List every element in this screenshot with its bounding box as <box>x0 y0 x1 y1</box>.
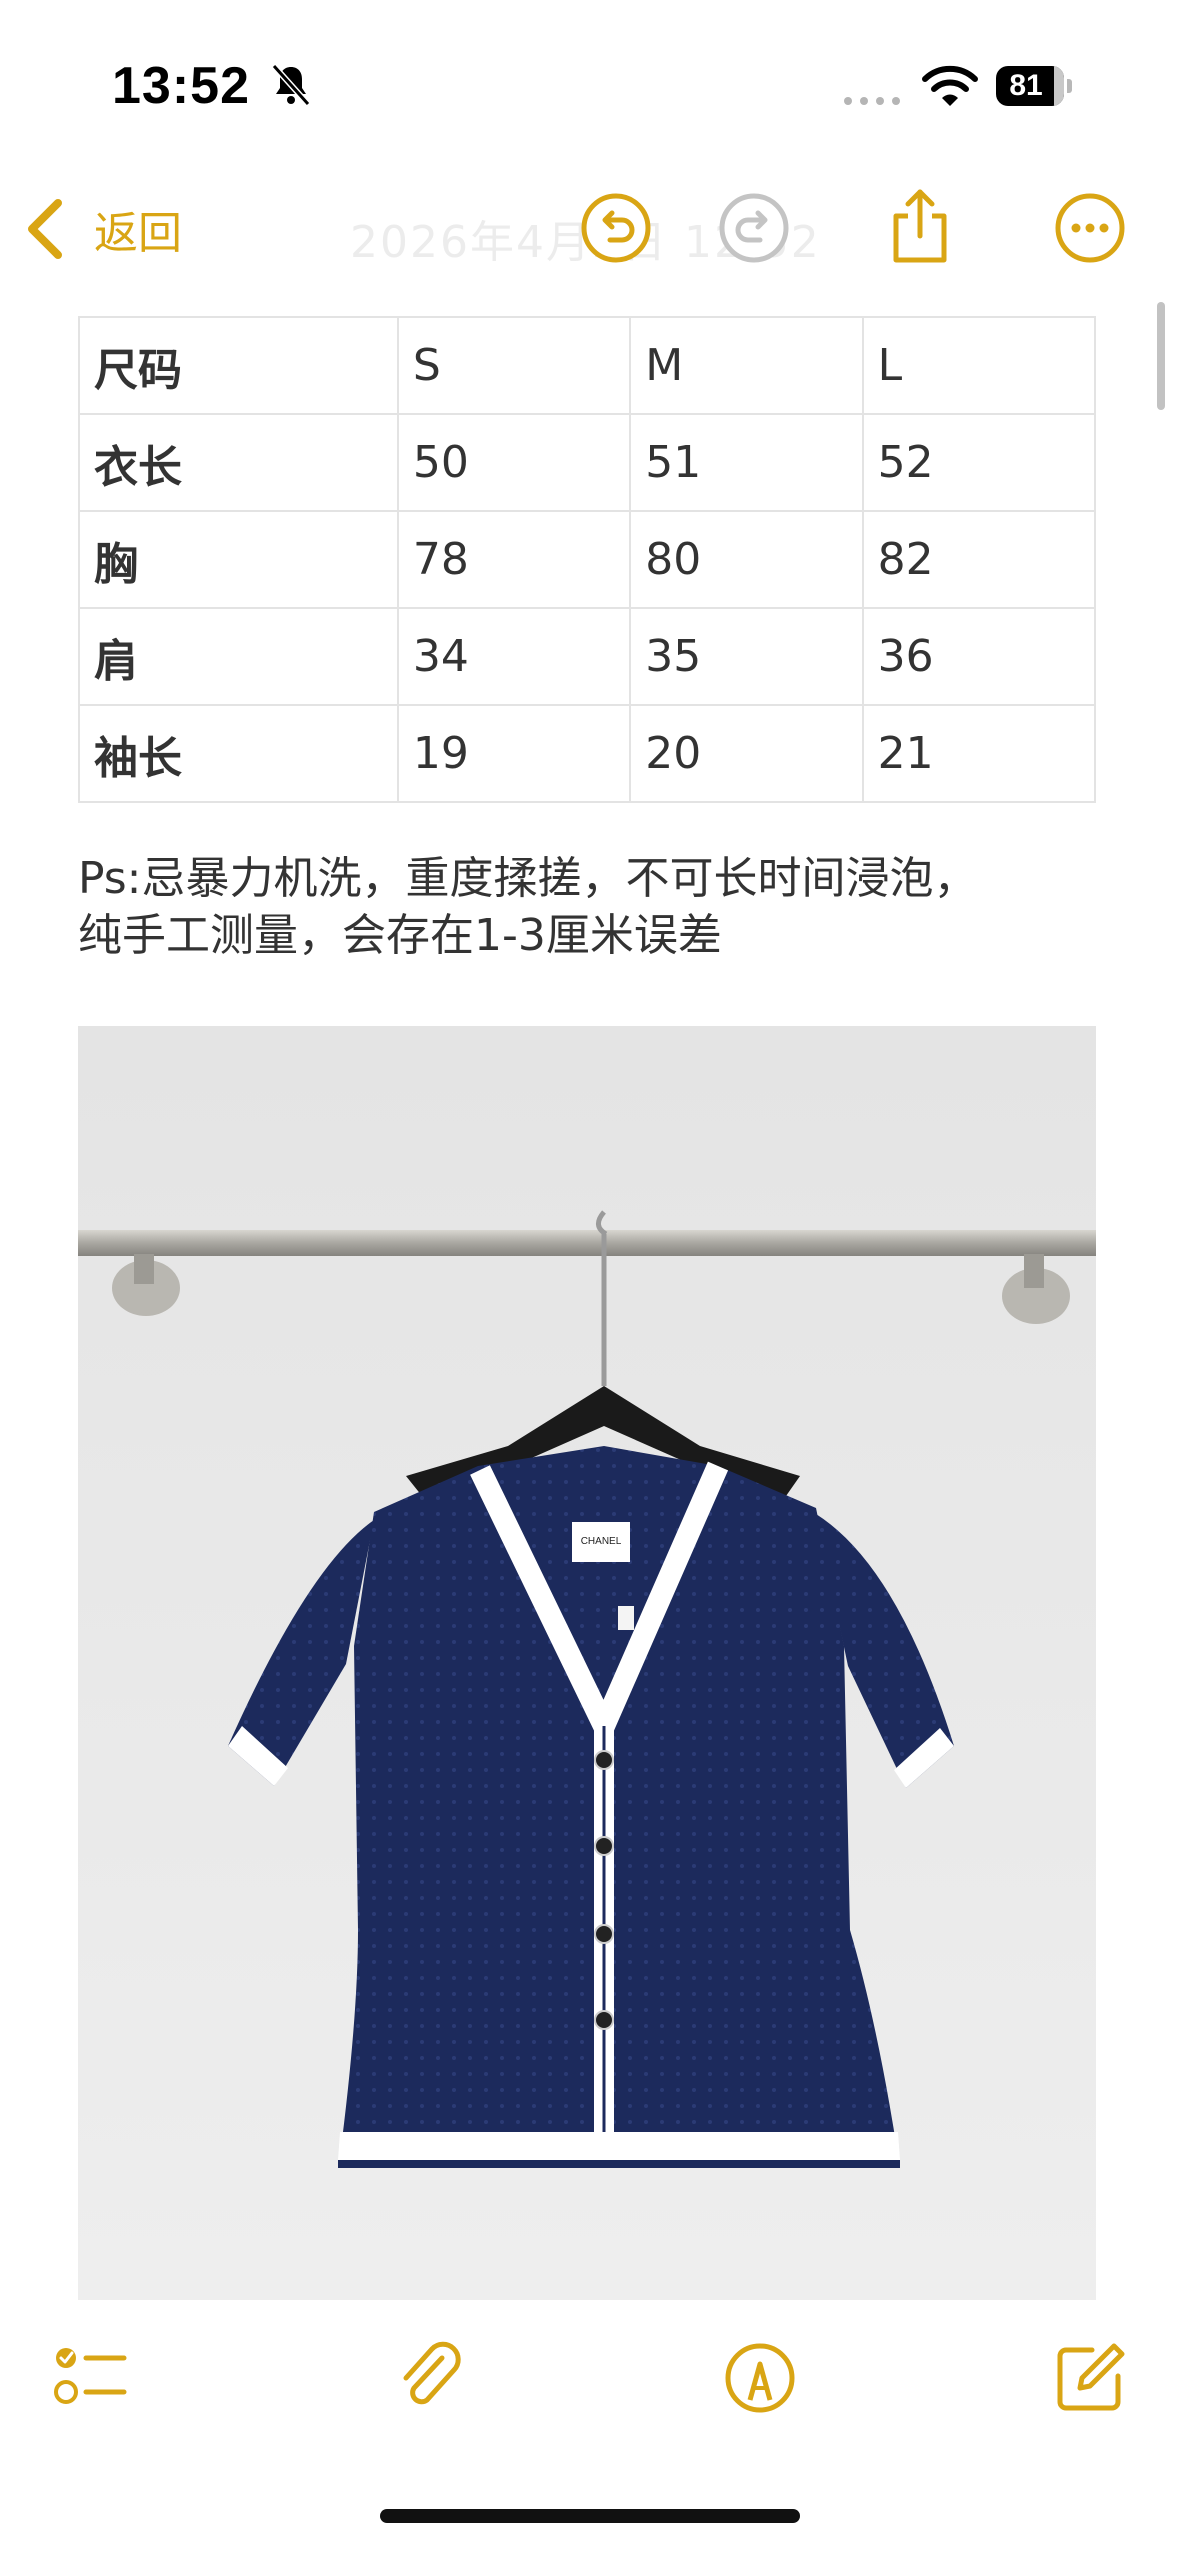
status-bar: 13:52 81 <box>0 0 1179 170</box>
bottom-toolbar <box>0 2300 1179 2460</box>
more-icon[interactable] <box>1052 190 1128 266</box>
table-row: 肩 34 35 36 <box>78 607 1097 706</box>
table-cell: 34 <box>396 607 632 706</box>
table-row: 衣长 50 51 52 <box>78 413 1097 512</box>
checklist-icon[interactable] <box>52 2340 128 2416</box>
bell-slash-icon <box>271 63 311 107</box>
care-note-line: Ps:忌暴力机洗，重度揉搓，不可长时间浸泡， <box>78 853 978 904</box>
undo-icon[interactable] <box>578 190 654 266</box>
table-cell: 19 <box>396 704 632 803</box>
chevron-left-icon <box>28 199 62 259</box>
table-cell: 82 <box>861 510 1097 609</box>
signal-dots-icon <box>844 97 900 105</box>
product-photo[interactable]: CHANEL <box>78 1026 1096 2304</box>
scrollbar[interactable] <box>1157 302 1165 410</box>
paperclip-icon[interactable] <box>392 2340 468 2416</box>
table-cell: 肩 <box>78 607 399 706</box>
share-icon[interactable] <box>886 186 954 266</box>
wifi-icon <box>922 65 978 106</box>
table-cell: 21 <box>861 704 1097 803</box>
table-cell: 20 <box>629 704 864 803</box>
status-time: 13:52 <box>112 57 250 115</box>
table-header-row: 尺码 S M L <box>78 316 1097 415</box>
table-cell: 衣长 <box>78 413 399 512</box>
size-table: 尺码 S M L 衣长 50 51 52 胸 78 80 82 肩 34 35 … <box>78 316 1097 803</box>
table-cell: 袖长 <box>78 704 399 803</box>
nav-bar: 返回 2026年4月2日 12:52 <box>0 170 1179 290</box>
table-cell: 52 <box>861 413 1097 512</box>
markup-pen-icon[interactable] <box>722 2340 798 2416</box>
table-cell: 胸 <box>78 510 399 609</box>
table-row: 胸 78 80 82 <box>78 510 1097 609</box>
table-cell: 36 <box>861 607 1097 706</box>
battery-icon: 81 <box>996 66 1074 106</box>
redo-icon[interactable] <box>716 190 792 266</box>
table-cell: M <box>629 316 864 415</box>
table-row: 袖长 19 20 21 <box>78 704 1097 803</box>
home-indicator[interactable] <box>380 2509 800 2523</box>
table-cell: 35 <box>629 607 864 706</box>
battery-level: 81 <box>1009 69 1043 102</box>
compose-icon[interactable] <box>1052 2340 1128 2416</box>
care-note-line: 纯手工测量，会存在1-3厘米误差 <box>78 910 722 961</box>
table-cell: 尺码 <box>78 316 399 415</box>
table-cell: 80 <box>629 510 864 609</box>
care-note: Ps:忌暴力机洗，重度揉搓，不可长时间浸泡， 纯手工测量，会存在1-3厘米误差 <box>78 850 1118 964</box>
back-label: 返回 <box>94 208 182 259</box>
brand-label: CHANEL <box>581 1536 622 1547</box>
table-cell: 50 <box>396 413 632 512</box>
cardigan-illustration: CHANEL <box>78 1026 1096 2304</box>
hanging-rail <box>78 1230 1096 1256</box>
table-cell: 51 <box>629 413 864 512</box>
table-cell: 78 <box>396 510 632 609</box>
table-cell: S <box>396 316 632 415</box>
table-cell: L <box>861 316 1097 415</box>
back-button[interactable]: 返回 <box>24 192 182 266</box>
